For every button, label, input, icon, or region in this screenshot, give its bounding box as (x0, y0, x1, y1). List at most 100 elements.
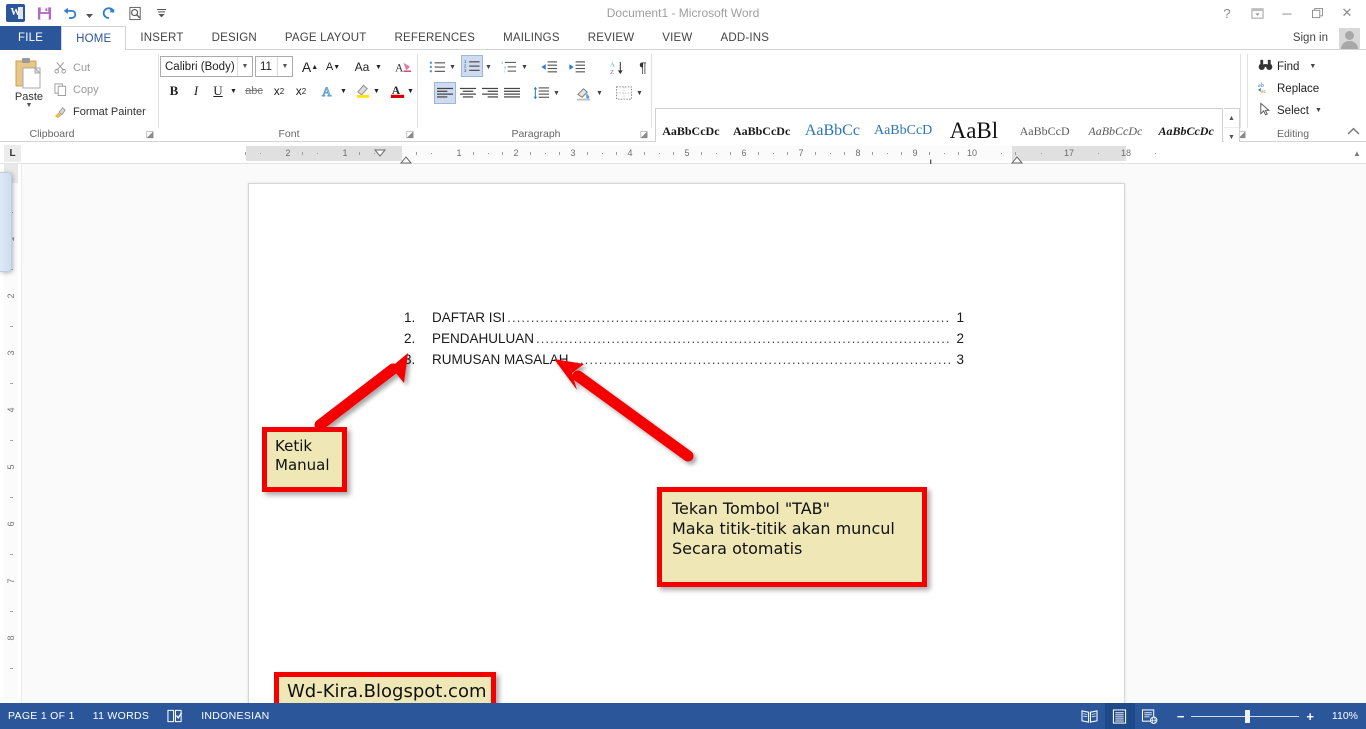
numbering-button[interactable]: 123 (461, 55, 483, 77)
zoom-in-button[interactable]: + (1306, 710, 1314, 723)
select-dropdown-icon[interactable]: ▼ (1315, 107, 1322, 114)
find-button[interactable]: Find ▼ (1258, 56, 1316, 77)
font-dialog-launcher[interactable]: ◪ (405, 129, 415, 139)
page-indicator[interactable]: PAGE 1 OF 1 (8, 710, 75, 722)
horizontal-ruler[interactable]: L 2 1 1 2 3 4 5 6 7 8 9 10 17 18 (0, 142, 1366, 171)
scroll-up-icon[interactable]: ▲ (1350, 146, 1364, 160)
multilevel-list-dropdown-icon[interactable]: ▼ (519, 56, 530, 78)
tab-stop-selector[interactable]: L (4, 145, 21, 162)
clear-formatting-button[interactable]: A (392, 56, 414, 78)
print-layout-view-button[interactable] (1104, 703, 1135, 729)
decrease-indent-button[interactable] (538, 56, 560, 78)
replace-button[interactable]: ab ac Replace (1258, 78, 1319, 99)
table-of-contents[interactable]: 1. DAFTAR ISI............................… (404, 310, 964, 373)
format-painter-button[interactable]: Format Painter (52, 102, 146, 121)
avatar[interactable] (1339, 28, 1360, 49)
vruler-tick (10, 439, 13, 441)
strikethrough-button[interactable]: abc (242, 80, 266, 102)
tab-home[interactable]: HOME (61, 26, 127, 50)
tab-review[interactable]: REVIEW (574, 26, 649, 50)
styles-scroll-up-icon[interactable]: ▲ (1224, 109, 1239, 128)
multilevel-list-button[interactable]: 1ai (498, 56, 520, 78)
underline-button[interactable]: U (208, 80, 228, 102)
toc-row[interactable]: 1. DAFTAR ISI............................… (404, 310, 964, 331)
navigation-pane-handle[interactable] (0, 172, 12, 272)
numbering-dropdown-icon[interactable]: ▼ (483, 56, 494, 78)
paste-button[interactable]: Paste ▼ (6, 55, 52, 123)
change-case-dropdown-icon[interactable]: ▼ (373, 56, 384, 78)
justify-button[interactable] (501, 82, 523, 104)
change-case-button[interactable]: Aa (350, 56, 374, 78)
align-center-button[interactable] (457, 82, 479, 104)
web-layout-view-button[interactable] (1135, 703, 1165, 729)
zoom-control[interactable]: − + (1177, 710, 1314, 723)
font-name-dropdown-icon[interactable]: ▼ (237, 57, 252, 76)
ribbon-display-options-button[interactable] (1242, 2, 1272, 24)
font-color-dropdown-icon[interactable]: ▼ (405, 80, 416, 102)
zoom-out-button[interactable]: − (1177, 710, 1185, 723)
superscript-button[interactable]: x2 (290, 80, 312, 102)
tab-add-ins[interactable]: ADD-INS (706, 26, 783, 50)
first-line-indent-marker[interactable] (373, 144, 387, 162)
paragraph-dialog-launcher[interactable]: ◪ (639, 129, 649, 139)
grow-font-button[interactable]: A ▲ (300, 56, 320, 78)
font-name-box[interactable]: Calibri (Body) ▼ (160, 56, 253, 77)
tab-view[interactable]: VIEW (648, 26, 706, 50)
read-mode-view-button[interactable] (1075, 703, 1105, 729)
text-highlight-dropdown-icon[interactable]: ▼ (371, 80, 382, 102)
toc-page-number: 3 (956, 352, 964, 367)
bullets-button[interactable] (426, 56, 448, 78)
tab-references[interactable]: REFERENCES (381, 26, 490, 50)
callout-ketik-manual: Ketik Manual (262, 427, 347, 492)
callout-line: Ketik (275, 437, 313, 455)
shading-button[interactable] (572, 82, 594, 104)
select-button[interactable]: Select ▼ (1258, 100, 1322, 121)
borders-dropdown-icon[interactable]: ▼ (634, 82, 645, 104)
shading-dropdown-icon[interactable]: ▼ (594, 82, 605, 104)
collapse-ribbon-button[interactable] (1347, 127, 1360, 139)
font-size-box[interactable]: 11 ▼ (255, 56, 293, 77)
font-size-dropdown-icon[interactable]: ▼ (277, 57, 292, 76)
tab-insert[interactable]: INSERT (126, 26, 197, 50)
word-count[interactable]: 11 WORDS (93, 710, 149, 722)
cut-button[interactable]: Cut (52, 58, 90, 77)
help-button[interactable]: ? (1212, 2, 1242, 24)
toc-row[interactable]: 2. PENDAHULUAN...........................… (404, 331, 964, 352)
zoom-level[interactable]: 110% (1324, 710, 1358, 722)
ribbon-tab-strip: FILE HOME INSERT DESIGN PAGE LAYOUT REFERENCE… (0, 26, 1366, 50)
close-button[interactable]: ✕ (1332, 2, 1362, 24)
bold-button[interactable]: B (164, 80, 184, 102)
tab-design[interactable]: DESIGN (198, 26, 271, 50)
italic-button[interactable]: I (186, 80, 206, 102)
document-page[interactable]: 1. DAFTAR ISI............................… (248, 183, 1125, 729)
restore-button[interactable] (1302, 2, 1332, 24)
text-effects-button[interactable]: A (318, 80, 340, 102)
zoom-slider-thumb[interactable] (1245, 710, 1251, 723)
underline-dropdown-icon[interactable]: ▼ (228, 80, 239, 102)
zoom-slider[interactable] (1191, 710, 1300, 723)
subscript-button[interactable]: x2 (268, 80, 290, 102)
text-effects-dropdown-icon[interactable]: ▼ (338, 80, 349, 102)
language-indicator[interactable]: INDONESIAN (201, 710, 269, 722)
clipboard-dialog-launcher[interactable]: ◪ (145, 129, 155, 139)
sort-button[interactable]: AZ (606, 56, 628, 78)
paste-dropdown-icon[interactable]: ▼ (26, 102, 33, 109)
line-spacing-dropdown-icon[interactable]: ▼ (551, 82, 562, 104)
bullets-dropdown-icon[interactable]: ▼ (447, 56, 458, 78)
line-spacing-button[interactable] (530, 82, 552, 104)
tab-page-layout[interactable]: PAGE LAYOUT (271, 26, 381, 50)
toc-row[interactable]: 3. RUMUSAN MASALAH.......................… (404, 352, 964, 373)
hruler-tick (729, 152, 731, 155)
align-left-button[interactable] (434, 82, 456, 104)
copy-button[interactable]: Copy (52, 80, 99, 99)
minimize-button[interactable]: ─ (1272, 2, 1302, 24)
shrink-font-button[interactable]: A ▼ (323, 56, 343, 78)
increase-indent-button[interactable] (566, 56, 588, 78)
sign-in-link[interactable]: Sign in (1293, 26, 1328, 50)
borders-button[interactable] (613, 82, 635, 104)
find-dropdown-icon[interactable]: ▼ (1309, 63, 1316, 70)
tab-file[interactable]: FILE (0, 26, 62, 50)
tab-mailings[interactable]: MAILINGS (489, 26, 574, 50)
align-right-button[interactable] (479, 82, 501, 104)
proofing-errors-icon[interactable] (167, 709, 183, 723)
